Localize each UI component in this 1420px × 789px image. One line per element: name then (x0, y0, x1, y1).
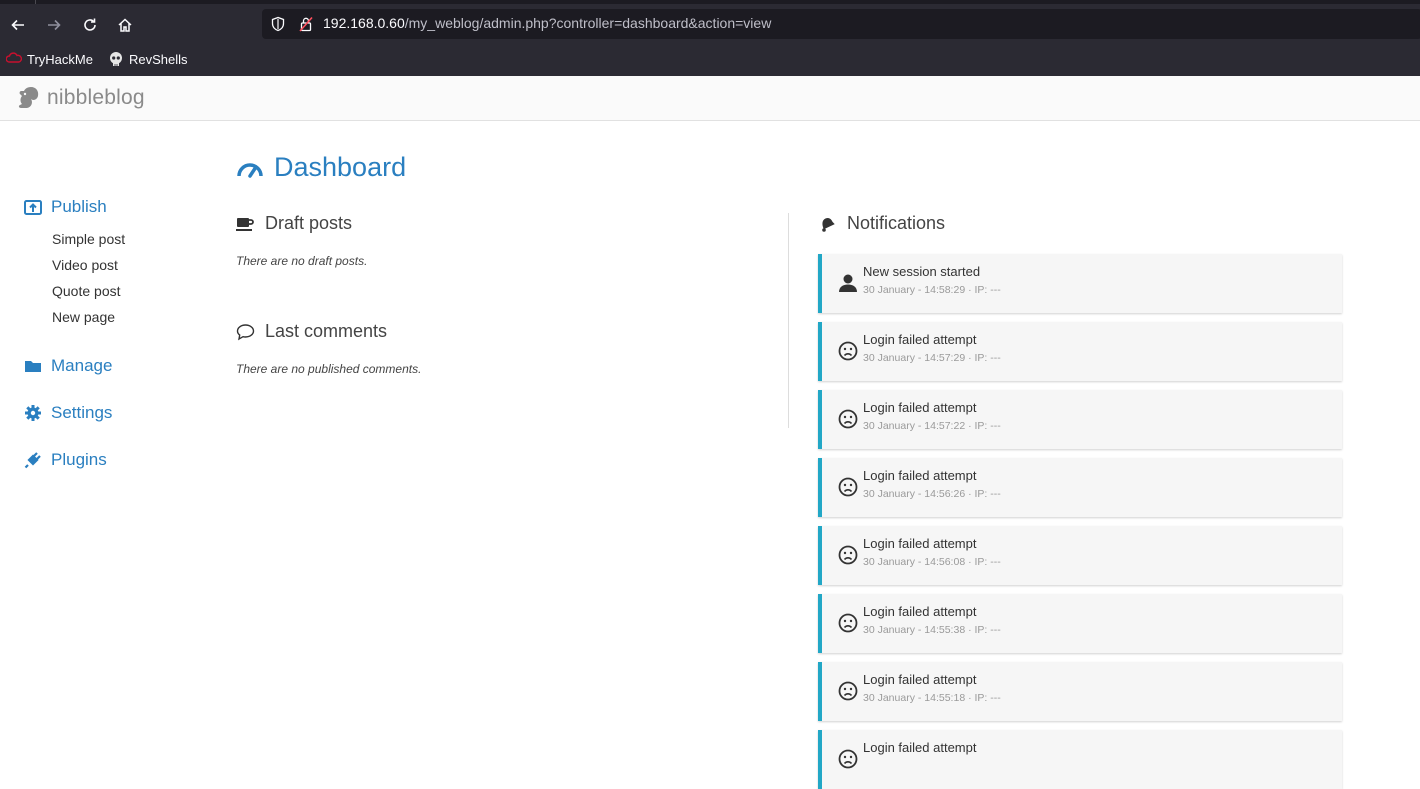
sidebar-item-label: Manage (51, 356, 113, 375)
notification-title: Login failed attempt (863, 604, 977, 619)
bookmarks-bar: TryHackMe RevShells (0, 48, 1420, 72)
url-text[interactable]: 192.168.0.60/my_weblog/admin.php?control… (323, 15, 771, 31)
notification-item: New session started 30 January - 14:58:2… (818, 254, 1342, 313)
sidebar-subitem-simple-post[interactable]: Simple post (52, 231, 125, 247)
url-path: /my_weblog/admin.php?controller=dashboar… (404, 15, 772, 31)
notification-item: Login failed attempt 30 January - 14:56:… (818, 458, 1342, 517)
plug-icon (24, 452, 41, 469)
page-title: Dashboard (236, 152, 406, 183)
notification-title: Login failed attempt (863, 332, 977, 347)
notification-title: New session started (863, 264, 981, 279)
address-bar[interactable]: 192.168.0.60/my_weblog/admin.php?control… (262, 9, 1420, 39)
bell-icon (822, 217, 835, 232)
sidebar-item-label: Settings (51, 403, 113, 422)
logo-text: nibbleblog (47, 86, 145, 109)
last-comments-heading: Last comments (236, 321, 387, 342)
user-icon (839, 274, 857, 292)
notification-meta: 30 January - 14:57:22 · IP: --- (863, 420, 1001, 432)
skull-icon (110, 52, 122, 66)
notification-item: Login failed attempt 30 January - 14:56:… (818, 526, 1342, 585)
notification-title: Login failed attempt (863, 536, 977, 551)
back-button[interactable] (5, 12, 31, 38)
notification-meta: 30 January - 14:55:18 · IP: --- (863, 692, 1001, 704)
bookmark-revshells[interactable]: RevShells (108, 51, 188, 67)
comment-bubble-icon (236, 323, 255, 340)
sidebar-item-label: Plugins (51, 450, 107, 469)
draft-posts-heading: Draft posts (236, 213, 352, 234)
column-divider (788, 213, 789, 428)
folder-icon (25, 361, 41, 372)
sidebar-subitem-quote-post[interactable]: Quote post (52, 283, 121, 299)
nibbleblog-logo[interactable]: nibbleblog (16, 85, 145, 111)
gear-icon (25, 405, 41, 421)
sad-face-icon (838, 749, 858, 769)
forward-button[interactable] (41, 12, 67, 38)
sidebar-item-publish[interactable]: Publish (24, 197, 107, 217)
arrow-right-icon (48, 19, 61, 31)
notification-item: Login failed attempt 30 January - 14:55:… (818, 594, 1342, 653)
notification-meta: 30 January - 14:58:29 · IP: --- (863, 284, 1001, 296)
insecure-lock-icon[interactable] (298, 16, 314, 32)
page-title-text: Dashboard (274, 152, 407, 182)
notification-title: Login failed attempt (863, 400, 977, 415)
notification-title: Login failed attempt (863, 672, 977, 687)
bookmark-label: TryHackMe (27, 51, 93, 67)
sidebar-item-settings[interactable]: Settings (24, 403, 112, 423)
app-header: nibbleblog (0, 76, 1420, 121)
sad-face-icon (838, 341, 858, 361)
notification-title: Login failed attempt (863, 468, 977, 483)
reload-icon (84, 18, 96, 31)
notification-title: Login failed attempt (863, 740, 977, 755)
sidebar-subitem-new-page[interactable]: New page (52, 309, 115, 325)
tab-strip-edge (0, 0, 1420, 4)
browser-chrome: 192.168.0.60/my_weblog/admin.php?control… (0, 0, 1420, 76)
sidebar-subitem-video-post[interactable]: Video post (52, 257, 118, 273)
last-comments-empty: There are no published comments. (236, 362, 422, 376)
coffee-cup-icon (236, 217, 254, 231)
sidebar-item-manage[interactable]: Manage (24, 356, 112, 376)
reload-button[interactable] (77, 12, 103, 38)
upload-box-icon (24, 200, 42, 215)
sidebar-item-label: Publish (51, 197, 107, 216)
sad-face-icon (838, 477, 858, 497)
sad-face-icon (838, 409, 858, 429)
squirrel-logo-icon (18, 87, 39, 108)
notification-item: Login failed attempt 30 January - 14:55:… (818, 662, 1342, 721)
sad-face-icon (838, 613, 858, 633)
tryhackme-icon (6, 52, 22, 63)
notifications-title: Notifications (847, 213, 946, 233)
notifications-heading: Notifications (818, 213, 945, 234)
sad-face-icon (838, 681, 858, 701)
notification-item: Login failed attempt (818, 730, 1342, 789)
last-comments-title: Last comments (265, 321, 388, 341)
draft-posts-title: Draft posts (265, 213, 353, 233)
notification-item: Login failed attempt 30 January - 14:57:… (818, 322, 1342, 381)
notification-meta: 30 January - 14:56:26 · IP: --- (863, 488, 1001, 500)
sidebar-item-plugins[interactable]: Plugins (24, 450, 107, 470)
home-icon (118, 18, 132, 32)
arrow-left-icon (11, 19, 24, 31)
bookmark-label: RevShells (129, 51, 188, 67)
shield-icon[interactable] (270, 16, 286, 32)
notification-meta: 30 January - 14:57:29 · IP: --- (863, 352, 1001, 364)
bookmark-tryhackme[interactable]: TryHackMe (6, 51, 93, 67)
draft-posts-empty: There are no draft posts. (236, 254, 368, 268)
url-host: 192.168.0.60 (323, 15, 405, 31)
speedometer-icon (237, 162, 263, 178)
notification-item: Login failed attempt 30 January - 14:57:… (818, 390, 1342, 449)
sad-face-icon (838, 545, 858, 565)
notification-meta: 30 January - 14:55:38 · IP: --- (863, 624, 1001, 636)
home-button[interactable] (112, 12, 138, 38)
notification-meta: 30 January - 14:56:08 · IP: --- (863, 556, 1001, 568)
